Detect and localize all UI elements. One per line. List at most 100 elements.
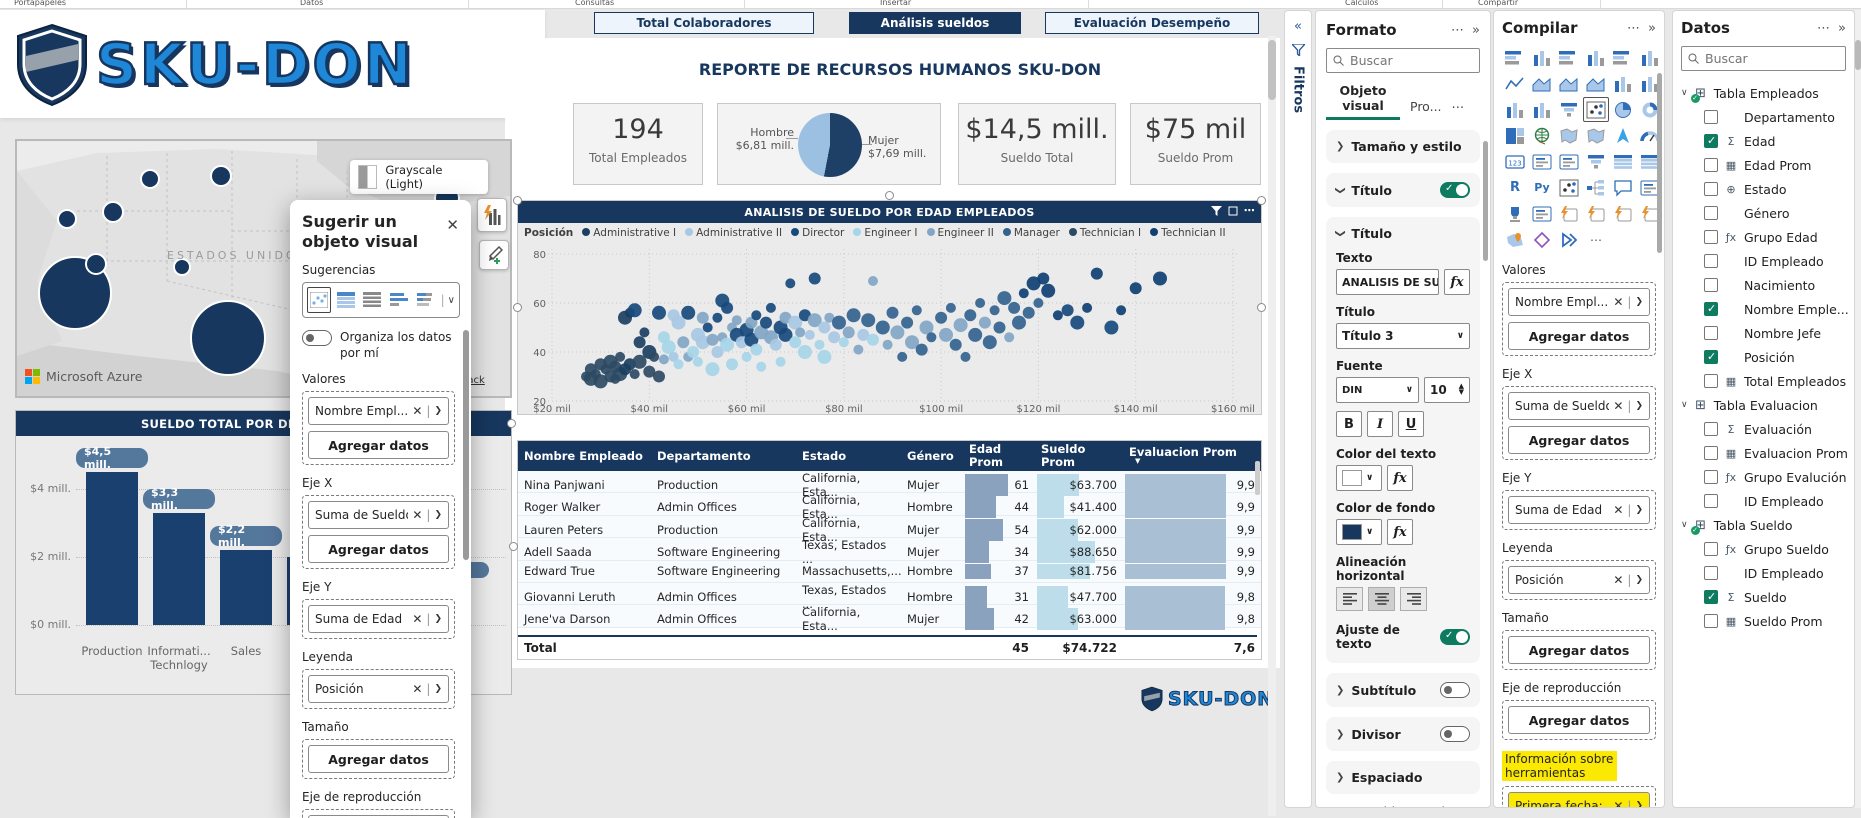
visual-icon-powerapps[interactable] (1529, 227, 1555, 252)
fx-button[interactable]: fx (1444, 269, 1470, 295)
visual-icon-kpi[interactable] (1556, 149, 1582, 174)
visual-icon-histogram[interactable] (1529, 97, 1555, 122)
visual-icon-metrics[interactable] (1502, 201, 1528, 226)
table-node[interactable]: ∨ ⊞✓ Tabla Sueldo (1681, 513, 1846, 537)
underline-button[interactable]: U (1398, 411, 1424, 437)
expand-field-icon[interactable]: ❯ (434, 510, 442, 520)
table-row[interactable]: Adell SaadaSoftware EngineeringTexas, Es… (518, 538, 1261, 560)
field-checkbox[interactable] (1704, 278, 1718, 292)
format-search[interactable] (1326, 48, 1480, 73)
remove-field-icon[interactable]: ✕ (1613, 295, 1623, 309)
visual-icon-clustered-bar[interactable] (1556, 45, 1582, 70)
visual-icon-r-script[interactable]: R (1502, 175, 1528, 200)
section-subtitulo[interactable]: ❯Subtítulo (1326, 673, 1480, 707)
page-tab-análisis-sueldos[interactable]: Análisis sueldos (849, 12, 1021, 34)
field-pill[interactable]: Suma de Sueldo✕|❯ (1508, 392, 1650, 420)
collapse-pane-icon[interactable]: » (1472, 23, 1480, 38)
visual-icon-line-stacked-column[interactable] (1610, 71, 1636, 96)
remove-field-icon[interactable]: ✕ (412, 612, 422, 626)
more-options-icon[interactable]: ⋯ (1451, 23, 1464, 38)
field-pill[interactable]: Nombre Empl...✕|❯ (308, 397, 449, 425)
selection-handle[interactable] (513, 196, 522, 205)
field-item[interactable]: Nombre Jefe (1681, 321, 1846, 345)
gender-donut-chart[interactable] (798, 113, 862, 177)
dialog-scrollbar[interactable] (463, 330, 469, 560)
fx-button[interactable]: fx (1387, 465, 1413, 491)
field-checkbox[interactable] (1704, 326, 1718, 340)
table-header-cell[interactable]: Departamento (651, 450, 796, 463)
visual-icon-pct-bar[interactable] (1610, 45, 1636, 70)
visual-icon-stacked-bar[interactable] (1502, 45, 1528, 70)
expand-field-icon[interactable]: ❯ (1635, 401, 1643, 411)
kpi-sueldo-prom[interactable]: $75 mil Sueldo Prom (1130, 103, 1261, 185)
field-checkbox[interactable] (1704, 158, 1718, 172)
visual-icon-more[interactable]: ⋯ (1583, 227, 1609, 252)
add-data-button[interactable]: Agregar datos (308, 745, 449, 773)
suggestion-table-icon[interactable] (334, 287, 358, 313)
auto-analyze-button[interactable] (477, 198, 507, 232)
visual-icon-area[interactable] (1529, 71, 1555, 96)
visual-icon-arcgis[interactable] (1502, 227, 1528, 252)
table-row[interactable]: Lauren PetersProductionCalifornia, Esta.… (518, 516, 1261, 538)
visual-icon-pie[interactable] (1610, 97, 1636, 122)
fx-button[interactable]: fx (1387, 519, 1413, 545)
suggestion-scatter-icon[interactable] (307, 287, 331, 313)
field-checkbox[interactable] (1704, 470, 1718, 484)
field-item[interactable]: Σ Evaluación (1681, 417, 1846, 441)
data-search-input[interactable] (1705, 51, 1805, 66)
visual-icon-ribbon[interactable] (1583, 71, 1609, 96)
table-node[interactable]: ∨ ⊞✓ Tabla Empleados (1681, 81, 1846, 105)
background-color-picker[interactable]: ∨ (1336, 519, 1382, 545)
selection-handle[interactable] (507, 419, 516, 428)
visual-icon-paginated[interactable] (1529, 201, 1555, 226)
table-row[interactable]: Roger WalkerAdmin OfficesCalifornia, Est… (518, 493, 1261, 515)
field-pill[interactable]: Suma de Edad✕|❯ (1508, 496, 1650, 524)
visual-icon-stacked-column[interactable] (1529, 45, 1555, 70)
remove-field-icon[interactable]: ✕ (412, 682, 422, 696)
field-item[interactable]: ID Empleado (1681, 561, 1846, 585)
titulo-toggle[interactable] (1440, 182, 1470, 198)
align-right-button[interactable] (1400, 587, 1427, 611)
visual-icon-scatter[interactable] (1583, 97, 1609, 122)
visual-icon-card[interactable]: 123 (1502, 149, 1528, 174)
expand-icon[interactable]: « (1294, 19, 1302, 34)
field-item[interactable]: ▦ Sueldo Prom (1681, 609, 1846, 633)
more-options-icon[interactable]: ⋯ (1627, 21, 1640, 36)
visual-icon-slicer[interactable] (1583, 149, 1609, 174)
visual-icon-treemap[interactable] (1502, 123, 1528, 148)
italic-button[interactable]: I (1367, 411, 1393, 437)
chevron-down-icon[interactable]: ∨ (1681, 520, 1688, 530)
field-pill[interactable]: Suma de Sueldo✕|❯ (308, 501, 449, 529)
visual-icon-python[interactable]: Py (1529, 175, 1555, 200)
field-checkbox[interactable] (1704, 494, 1718, 508)
table-header-cell[interactable]: Estado (796, 450, 901, 463)
visual-icon-filled-map[interactable] (1556, 123, 1582, 148)
field-item[interactable]: ƒx Grupo Edad (1681, 225, 1846, 249)
format-pane-scrollbar[interactable] (1483, 141, 1488, 261)
field-pill[interactable]: Suma de Edad✕|❯ (308, 605, 449, 633)
tab-more-icon[interactable]: ⋯ (1452, 99, 1465, 120)
field-item[interactable]: ▦ Edad Prom (1681, 153, 1846, 177)
field-checkbox[interactable] (1704, 422, 1718, 436)
field-checkbox[interactable] (1704, 254, 1718, 268)
field-item[interactable]: Σ Sueldo (1681, 585, 1846, 609)
field-item[interactable]: ID Empleado (1681, 489, 1846, 513)
chevron-down-icon[interactable]: ∨ (1681, 88, 1688, 98)
collapse-pane-icon[interactable]: » (1838, 21, 1846, 36)
remove-field-icon[interactable]: ✕ (1613, 503, 1623, 517)
chevron-down-icon[interactable]: ∨ (448, 295, 455, 306)
align-center-button[interactable] (1368, 587, 1395, 611)
canvas-scrollbar[interactable] (1268, 36, 1276, 816)
suggestion-stacked-bar-icon[interactable] (414, 287, 438, 313)
kpi-total-empleados[interactable]: 194 Total Empleados (573, 103, 703, 185)
field-checkbox[interactable] (1704, 446, 1718, 460)
expand-field-icon[interactable]: ❯ (1635, 505, 1643, 515)
remove-field-icon[interactable]: ✕ (412, 508, 422, 522)
add-data-button[interactable]: Agregar datos (308, 535, 449, 563)
word-wrap-toggle[interactable] (1440, 629, 1470, 645)
format-brush-button[interactable] (479, 240, 509, 270)
table-row[interactable]: Giovanni LeruthAdmin OfficesTexas, Estad… (518, 583, 1261, 605)
remove-field-icon[interactable]: ✕ (1613, 799, 1623, 808)
scatter-visual[interactable]: ANALISIS DE SUELDO POR EDAD EMPLEADOS ⋯ … (517, 200, 1262, 415)
build-pane-scrollbar[interactable] (1657, 73, 1662, 253)
